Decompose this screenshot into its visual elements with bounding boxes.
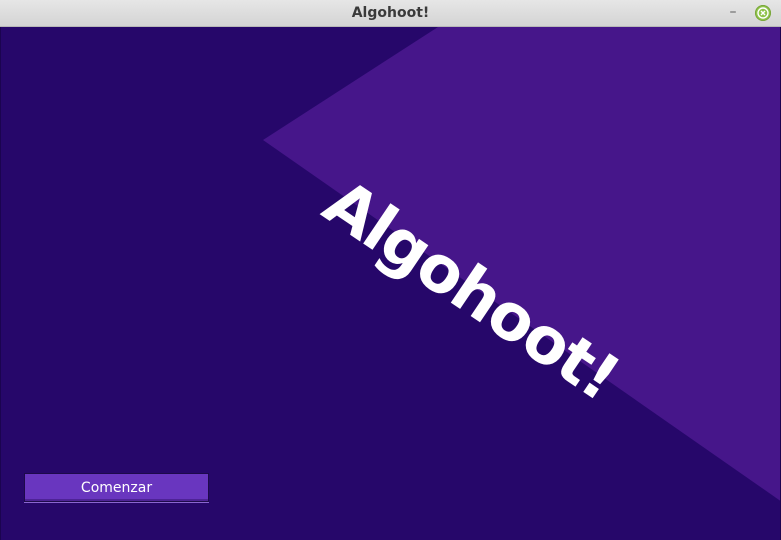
game-canvas: Algohoot! Comenzar [0, 27, 781, 540]
title-bar[interactable]: Algohoot! – [0, 0, 781, 27]
minimize-button[interactable]: – [724, 4, 742, 22]
background-triangle [263, 27, 780, 501]
start-button[interactable]: Comenzar [24, 473, 209, 502]
app-window: Algohoot! – Algohoot! Comenzar [0, 0, 781, 540]
close-button[interactable] [755, 5, 771, 21]
window-title: Algohoot! [351, 5, 430, 21]
close-icon [757, 7, 769, 19]
